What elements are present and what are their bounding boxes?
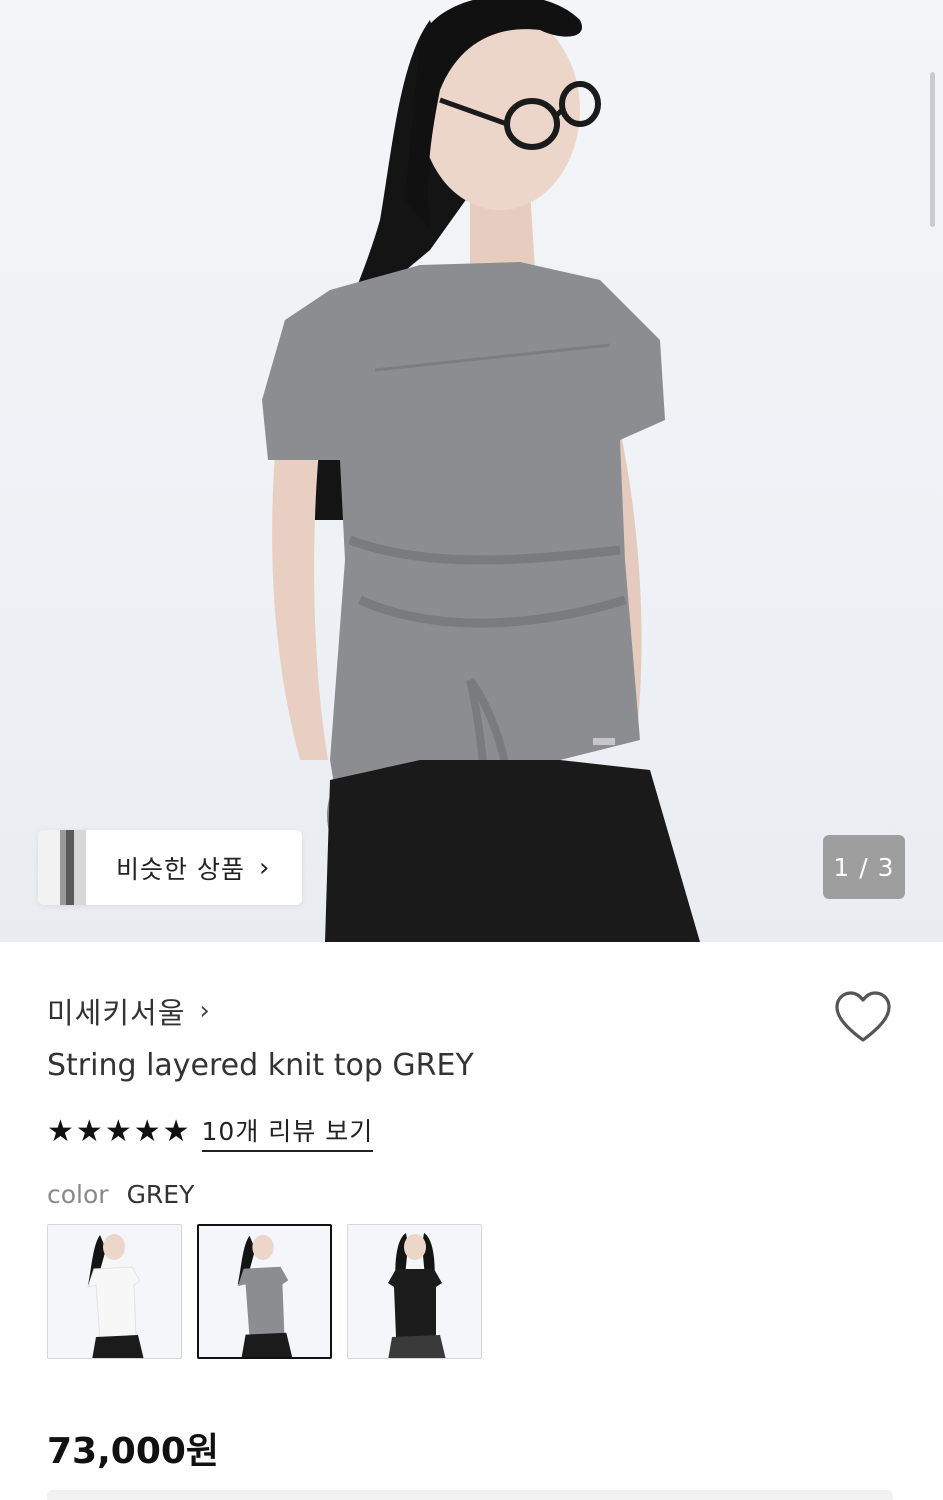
similar-products-button[interactable]: 비슷한 상품 › [38,830,302,905]
color-label: color [47,1180,109,1209]
star-filled-icon: ★ [133,1114,161,1149]
color-swatches [47,1224,482,1359]
star-filled-icon: ★ [75,1114,103,1149]
scrollbar[interactable] [930,72,935,227]
star-filled-icon: ★ [47,1114,74,1149]
star-filled-icon: ★ [162,1114,190,1149]
chevron-right-icon: › [258,852,270,883]
bottom-action-bar[interactable] [47,1490,893,1500]
swatch-grey-image [199,1226,330,1357]
brand-link[interactable]: 미세키서울 › [47,990,210,1032]
rating-row: ★ ★ ★ ★ ★ 10개 리뷰 보기 [47,1112,374,1152]
swatch-white[interactable] [47,1224,182,1359]
similar-product-thumbnail [38,830,86,905]
heart-outline-icon [835,991,891,1042]
swatch-white-image [48,1225,181,1358]
star-rating: ★ ★ ★ ★ ★ [47,1115,190,1149]
product-title: String layered knit top GREY [47,1048,474,1083]
product-photo [262,0,700,942]
selected-color-value: GREY [126,1180,195,1209]
swatch-black[interactable] [347,1224,482,1359]
color-selector-label: color GREY [47,1180,194,1209]
product-price: 73,000원 [47,1431,220,1472]
similar-products-label: 비슷한 상품 [116,854,245,884]
swatch-black-image [348,1225,481,1358]
brand-name: 미세키서울 [47,996,186,1030]
chevron-right-icon: › [199,996,210,1026]
star-filled-icon: ★ [104,1114,132,1149]
wishlist-button[interactable] [834,990,892,1046]
swatch-grey[interactable] [197,1224,332,1359]
image-page-indicator: 1 / 3 [823,835,905,899]
view-reviews-link[interactable]: 10개 리뷰 보기 [201,1112,374,1152]
product-image-gallery[interactable]: 비슷한 상품 › 1 / 3 [0,0,943,942]
